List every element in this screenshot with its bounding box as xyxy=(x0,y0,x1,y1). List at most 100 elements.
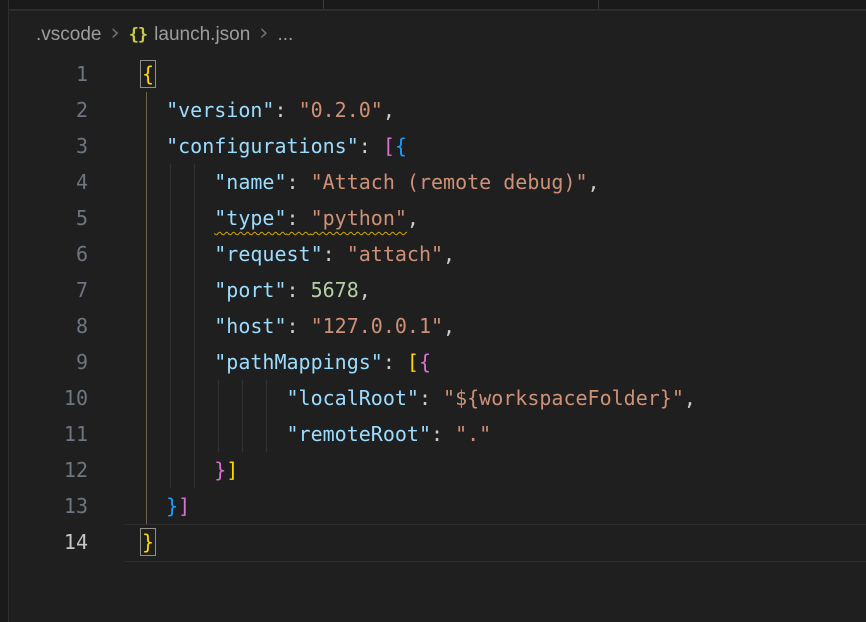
code-line-1[interactable]: 1{ xyxy=(9,56,866,92)
code-token: 5678 xyxy=(311,278,359,302)
code-token: "configurations" xyxy=(166,134,359,158)
code-token: "${workspaceFolder}" xyxy=(443,386,684,410)
code-token: : xyxy=(287,170,311,194)
breadcrumb: .vscode › {} launch.json › ... xyxy=(9,13,866,56)
code-line-content: "name": "Attach (remote debug)", xyxy=(142,164,600,200)
line-number[interactable]: 9 xyxy=(9,344,88,380)
code-line-content: "localRoot": "${workspaceFolder}", xyxy=(142,380,696,416)
code-token: "version" xyxy=(166,98,274,122)
code-line-4[interactable]: 4 "name": "Attach (remote debug)", xyxy=(9,164,866,200)
code-token: , xyxy=(359,278,371,302)
code-token: , xyxy=(588,170,600,194)
code-line-12[interactable]: 12 }] xyxy=(9,452,866,488)
code-token: , xyxy=(383,98,395,122)
code-token: "remoteRoot" xyxy=(287,422,432,446)
code-token: , xyxy=(443,314,455,338)
code-line-content: "remoteRoot": "." xyxy=(142,416,491,452)
code-line-9[interactable]: 9 "pathMappings": [{ xyxy=(9,344,866,380)
code-line-10[interactable]: 10 "localRoot": "${workspaceFolder}", xyxy=(9,380,866,416)
code-token: : xyxy=(274,98,298,122)
line-number[interactable]: 2 xyxy=(9,92,88,128)
code-editor[interactable]: 1{2 "version": "0.2.0",3 "configurations… xyxy=(9,56,866,622)
code-line-content: "host": "127.0.0.1", xyxy=(142,308,455,344)
code-line-content: "request": "attach", xyxy=(142,236,455,272)
code-token: "host" xyxy=(214,314,286,338)
code-token: : xyxy=(323,242,347,266)
line-number[interactable]: 11 xyxy=(9,416,88,452)
code-token: } xyxy=(166,494,178,518)
code-line-2[interactable]: 2 "version": "0.2.0", xyxy=(9,92,866,128)
line-number[interactable]: 6 xyxy=(9,236,88,272)
code-token: "." xyxy=(455,422,491,446)
line-number[interactable]: 13 xyxy=(9,488,88,524)
window-left-border xyxy=(0,0,9,622)
code-line-content: { xyxy=(142,56,154,92)
code-token: "port" xyxy=(214,278,286,302)
breadcrumb-folder[interactable]: .vscode xyxy=(36,24,101,46)
code-token: : xyxy=(287,314,311,338)
line-number[interactable]: 7 xyxy=(9,272,88,308)
code-line-content: "configurations": [{ xyxy=(142,128,407,164)
code-token: , xyxy=(684,386,696,410)
code-line-11[interactable]: 11 "remoteRoot": "." xyxy=(9,416,866,452)
chevron-right-icon: › xyxy=(101,20,128,49)
code-token: [ xyxy=(383,134,395,158)
code-line-3[interactable]: 3 "configurations": [{ xyxy=(9,128,866,164)
code-token: } xyxy=(214,458,226,482)
code-line-5[interactable]: 5 "type": "python", xyxy=(9,200,866,236)
line-number[interactable]: 12 xyxy=(9,452,88,488)
line-number[interactable]: 14 xyxy=(9,524,88,560)
matched-bracket: { xyxy=(142,62,154,86)
code-line-7[interactable]: 7 "port": 5678, xyxy=(9,272,866,308)
code-line-content: "port": 5678, xyxy=(142,272,371,308)
code-token: : xyxy=(287,278,311,302)
line-number[interactable]: 5 xyxy=(9,200,88,236)
code-token: : xyxy=(359,134,383,158)
matched-bracket: } xyxy=(142,530,154,554)
code-token: [ xyxy=(407,350,419,374)
code-token: , xyxy=(407,206,419,230)
tab-divider xyxy=(323,0,324,9)
code-token: : xyxy=(419,386,443,410)
warning-squiggle: "type": "python" xyxy=(214,206,407,230)
code-token: { xyxy=(419,350,431,374)
code-line-content: "pathMappings": [{ xyxy=(142,344,431,380)
chevron-right-icon: › xyxy=(250,20,277,49)
code-token: "pathMappings" xyxy=(214,350,383,374)
code-token: "127.0.0.1" xyxy=(311,314,443,338)
code-token: "Attach (remote debug)" xyxy=(311,170,588,194)
vscode-editor-window: .vscode › {} launch.json › ... 1{2 "vers… xyxy=(0,0,866,622)
code-token: : xyxy=(431,422,455,446)
code-line-content: }] xyxy=(142,452,238,488)
code-token: , xyxy=(443,242,455,266)
breadcrumb-file[interactable]: launch.json xyxy=(154,24,250,46)
tab-bar-bottom-strip xyxy=(9,0,866,11)
code-line-content: }] xyxy=(142,488,190,524)
line-number[interactable]: 4 xyxy=(9,164,88,200)
code-token: { xyxy=(395,134,407,158)
line-number[interactable]: 1 xyxy=(9,56,88,92)
code-token: ] xyxy=(226,458,238,482)
code-token: "0.2.0" xyxy=(299,98,383,122)
code-token: "name" xyxy=(214,170,286,194)
line-number[interactable]: 8 xyxy=(9,308,88,344)
code-line-content: "type": "python", xyxy=(142,200,419,236)
line-number[interactable]: 3 xyxy=(9,128,88,164)
code-token: "type" xyxy=(214,206,286,230)
code-token: "localRoot" xyxy=(287,386,419,410)
code-line-6[interactable]: 6 "request": "attach", xyxy=(9,236,866,272)
code-line-content: "version": "0.2.0", xyxy=(142,92,395,128)
code-token: : xyxy=(287,206,311,230)
code-line-content: } xyxy=(142,524,154,560)
code-token: ] xyxy=(178,494,190,518)
code-line-14[interactable]: 14} xyxy=(9,524,866,560)
tab-divider xyxy=(598,0,599,9)
code-token: : xyxy=(383,350,407,374)
code-line-8[interactable]: 8 "host": "127.0.0.1", xyxy=(9,308,866,344)
json-file-icon: {} xyxy=(129,25,147,45)
line-number[interactable]: 10 xyxy=(9,380,88,416)
code-token: "request" xyxy=(214,242,322,266)
code-token: "python" xyxy=(311,206,407,230)
code-line-13[interactable]: 13 }] xyxy=(9,488,866,524)
breadcrumb-symbol-more[interactable]: ... xyxy=(278,24,294,46)
